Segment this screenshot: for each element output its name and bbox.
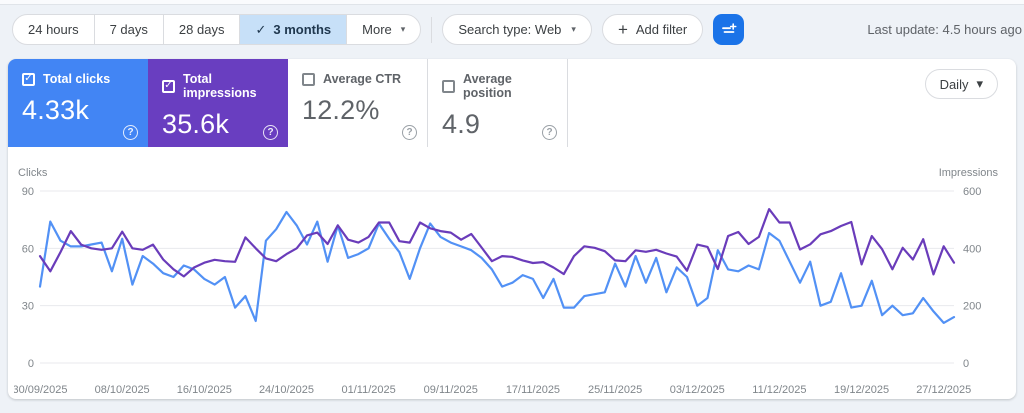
range-chip-label: 28 days <box>178 22 225 37</box>
svg-text:27/12/2025: 27/12/2025 <box>916 384 971 396</box>
metric-value: 4.33k <box>22 95 90 125</box>
help-icon[interactable]: ? <box>542 125 557 140</box>
chart-area: 90 600 60 400 30 200 0 0 Clicks Impressions 30/09/… <box>8 147 1016 405</box>
range-chip-label: 7 days <box>109 22 148 37</box>
last-update-status: Last update: 4.5 hours ago <box>867 22 1022 37</box>
chevron-down-icon: ▾ <box>400 24 406 34</box>
metric-tiles: ✓ Total clicks 4.33k ? ✓ Total impressio… <box>8 59 1016 147</box>
range-chip-label: More <box>362 22 392 37</box>
svg-text:200: 200 <box>963 301 981 313</box>
svg-text:11/12/2025: 11/12/2025 <box>752 384 806 396</box>
range-chip-24-hours[interactable]: 24 hours <box>13 15 94 44</box>
checkbox-unchecked-icon[interactable] <box>302 72 315 86</box>
help-icon[interactable]: ? <box>263 125 278 140</box>
performance-card: ✓ Total clicks 4.33k ? ✓ Total impressio… <box>8 59 1016 399</box>
help-icon[interactable]: ? <box>402 125 417 140</box>
range-chip-28-days[interactable]: 28 days <box>162 15 240 44</box>
svg-text:16/10/2025: 16/10/2025 <box>177 384 232 396</box>
date-range-chip-group: 24 hours 7 days 28 days ✓ 3 months More … <box>12 14 422 45</box>
granularity-label: Daily <box>939 76 969 92</box>
metric-tile-average-position[interactable]: Average position 4.9 ? <box>428 59 568 147</box>
svg-text:09/11/2025: 09/11/2025 <box>424 384 478 396</box>
metric-label: Total clicks <box>43 72 111 86</box>
filter-toolbar: 24 hours 7 days 28 days ✓ 3 months More … <box>0 5 1024 53</box>
chevron-down-icon: ▾ <box>571 24 576 34</box>
checkbox-checked-icon[interactable]: ✓ <box>162 79 175 93</box>
metric-tile-total-impressions[interactable]: ✓ Total impressions 35.6k ? <box>148 59 288 147</box>
filter-list-icon <box>721 22 737 33</box>
metric-tile-total-clicks[interactable]: ✓ Total clicks 4.33k ? <box>8 59 148 147</box>
metric-value: 35.6k <box>162 109 230 139</box>
svg-text:60: 60 <box>22 243 34 255</box>
svg-text:17/11/2025: 17/11/2025 <box>506 384 560 396</box>
range-chip-label: 3 months <box>273 22 332 37</box>
svg-text:90: 90 <box>22 186 34 198</box>
check-icon: ✓ <box>255 21 267 37</box>
plus-icon: + <box>617 20 628 39</box>
svg-text:24/10/2025: 24/10/2025 <box>259 384 314 396</box>
checkbox-unchecked-icon[interactable] <box>442 79 455 93</box>
metric-label: Average position <box>463 72 512 100</box>
svg-text:03/12/2025: 03/12/2025 <box>670 384 725 396</box>
add-filter-button[interactable]: + Add filter <box>601 14 704 45</box>
range-chip-7-days[interactable]: 7 days <box>93 15 163 44</box>
range-chip-label: 24 hours <box>28 22 79 37</box>
range-chip-more[interactable]: More ▾ <box>346 15 420 44</box>
svg-text:08/10/2025: 08/10/2025 <box>95 384 150 396</box>
svg-text:0: 0 <box>963 358 969 370</box>
range-chip-3-months[interactable]: ✓ 3 months <box>239 15 347 44</box>
performance-chart[interactable]: 90 600 60 400 30 200 0 0 Clicks Impressions 30/09/… <box>12 165 1014 400</box>
filter-settings-button[interactable] <box>713 14 745 45</box>
toolbar-divider <box>431 16 433 43</box>
help-icon[interactable]: ? <box>123 125 138 140</box>
svg-text:0: 0 <box>28 358 34 370</box>
metric-label: Average CTR <box>323 72 402 86</box>
chevron-down-icon: ▾ <box>976 76 983 91</box>
svg-text:30/09/2025: 30/09/2025 <box>14 384 68 396</box>
metric-value: 12.2% <box>302 95 380 125</box>
granularity-dropdown[interactable]: Daily ▾ <box>924 69 998 99</box>
svg-text:19/12/2025: 19/12/2025 <box>834 384 889 396</box>
metric-tile-average-ctr[interactable]: Average CTR 12.2% ? <box>288 59 428 147</box>
search-type-label: Search type: Web <box>458 22 562 37</box>
search-type-dropdown[interactable]: Search type: Web ▾ <box>442 14 592 45</box>
svg-text:30: 30 <box>22 301 34 313</box>
svg-text:600: 600 <box>963 186 981 198</box>
svg-text:400: 400 <box>963 243 981 255</box>
svg-text:Impressions: Impressions <box>939 167 999 179</box>
checkbox-checked-icon[interactable]: ✓ <box>22 72 35 86</box>
svg-text:Clicks: Clicks <box>18 167 48 179</box>
svg-text:01/11/2025: 01/11/2025 <box>342 384 396 396</box>
metric-label: Total impressions <box>183 72 257 100</box>
add-filter-label: Add filter <box>635 22 688 37</box>
metric-value: 4.9 <box>442 109 481 139</box>
svg-text:25/11/2025: 25/11/2025 <box>588 384 642 396</box>
